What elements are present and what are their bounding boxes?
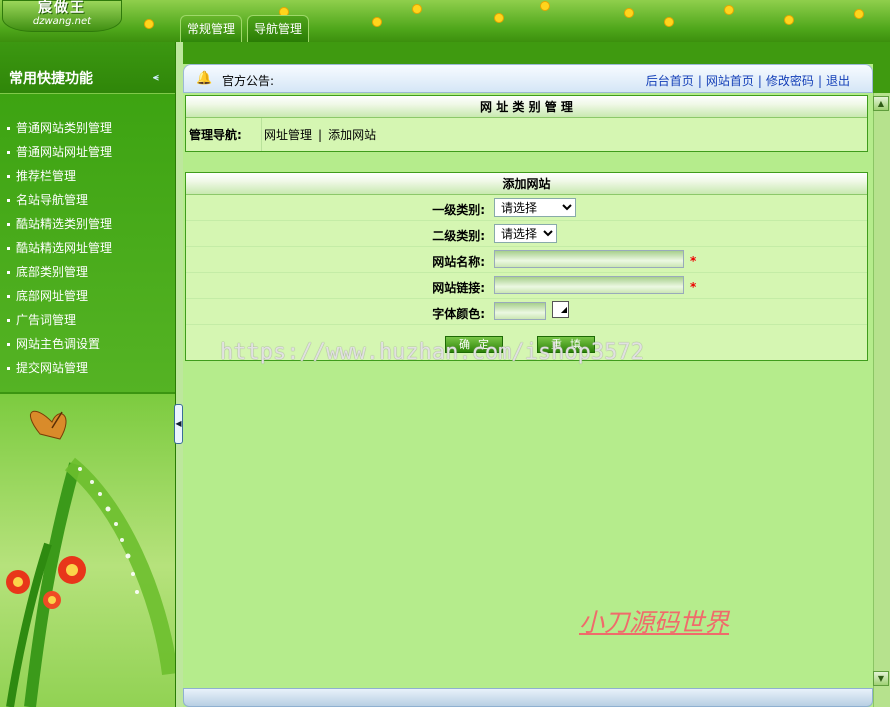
panel-title-add-site: 添加网站 bbox=[186, 173, 867, 195]
announcement-icon: 🔔 bbox=[196, 71, 213, 86]
chevron-down-icon[interactable]: ⪪ bbox=[153, 73, 165, 85]
label-level2: 二级类别: bbox=[432, 229, 485, 243]
link-admin-home[interactable]: 后台首页 bbox=[646, 74, 694, 88]
sidebar-item-cool-url[interactable]: 酷站精选网址管理 bbox=[0, 236, 175, 260]
crumb-label: 管理导航: bbox=[186, 118, 262, 151]
sidebar-item-submit-site[interactable]: 提交网站管理 bbox=[0, 356, 175, 380]
sidebar-item-famous-sites[interactable]: 名站导航管理 bbox=[0, 188, 175, 212]
crumb-link-add-site[interactable]: 添加网站 bbox=[328, 128, 376, 142]
logo-title: 宸做王 bbox=[38, 0, 86, 16]
site-logo: 宸做王 dzwang.net bbox=[2, 0, 122, 32]
signature-text: 小刀源码世界 bbox=[579, 608, 730, 637]
font-color-input[interactable] bbox=[494, 302, 546, 320]
category-management-panel: 网 址 类 别 管 理 管理导航: 网址管理 | 添加网站 bbox=[185, 95, 868, 152]
watermark-url: https://www.huzhan.com/ishop3572 bbox=[220, 340, 644, 365]
form-row-level2: 二级类别: 请选择 bbox=[186, 221, 867, 247]
scroll-down-icon[interactable]: ▼ bbox=[873, 671, 889, 686]
panel-title-category: 网 址 类 别 管 理 bbox=[186, 96, 867, 118]
form-row-site-name: 网站名称: * bbox=[186, 247, 867, 273]
sidebar-header: 常用快捷功能 ⪪ bbox=[0, 42, 175, 94]
sidebar-menu: 普通网站类别管理 普通网站网址管理 推荐栏管理 名站导航管理 酷站精选类别管理 … bbox=[0, 94, 175, 392]
sidebar: 常用快捷功能 ⪪ 普通网站类别管理 普通网站网址管理 推荐栏管理 名站导航管理 … bbox=[0, 42, 175, 707]
top-banner: 宸做王 dzwang.net 常规管理 导航管理 bbox=[0, 0, 890, 42]
scroll-up-icon[interactable]: ▲ bbox=[873, 96, 889, 111]
sidebar-item-site-category[interactable]: 普通网站类别管理 bbox=[0, 116, 175, 140]
main-content bbox=[183, 64, 873, 707]
butterfly-flower-illustration bbox=[0, 394, 175, 707]
site-link-input[interactable] bbox=[494, 276, 684, 294]
required-mark: * bbox=[690, 280, 697, 294]
tab-navigation-management[interactable]: 导航管理 bbox=[247, 15, 310, 42]
sidebar-item-theme-color[interactable]: 网站主色调设置 bbox=[0, 332, 175, 356]
sidebar-item-bottom-url[interactable]: 底部网址管理 bbox=[0, 284, 175, 308]
level2-select[interactable]: 请选择 bbox=[494, 224, 557, 243]
sidebar-splitter[interactable] bbox=[175, 42, 183, 707]
sidebar-item-bottom-category[interactable]: 底部类别管理 bbox=[0, 260, 175, 284]
link-change-password[interactable]: 修改密码 bbox=[766, 74, 814, 88]
level1-select[interactable]: 请选择 bbox=[494, 198, 576, 217]
form-row-font-color: 字体颜色: ◢ bbox=[186, 299, 867, 325]
label-font-color: 字体颜色: bbox=[432, 307, 485, 321]
label-site-link: 网站链接: bbox=[432, 281, 485, 295]
sidebar-item-cool-category[interactable]: 酷站精选类别管理 bbox=[0, 212, 175, 236]
required-mark: * bbox=[690, 254, 697, 268]
vertical-scrollbar[interactable] bbox=[873, 93, 890, 707]
crumb-links: 网址管理 | 添加网站 bbox=[264, 128, 377, 142]
breadcrumb: 管理导航: 网址管理 | 添加网站 bbox=[186, 118, 867, 151]
notice-label: 官方公告: bbox=[222, 74, 275, 88]
sidebar-title: 常用快捷功能 bbox=[9, 71, 93, 87]
collapse-arrow-icon[interactable]: ◀ bbox=[174, 404, 183, 444]
crumb-link-url-management[interactable]: 网址管理 bbox=[264, 128, 312, 142]
add-site-panel: 添加网站 一级类别: 请选择 二级类别: 请选择 网站名称: * 网站链接: * bbox=[185, 172, 868, 361]
sidebar-item-site-url[interactable]: 普通网站网址管理 bbox=[0, 140, 175, 164]
sidebar-item-recommend[interactable]: 推荐栏管理 bbox=[0, 164, 175, 188]
site-name-input[interactable] bbox=[494, 250, 684, 268]
link-logout[interactable]: 退出 bbox=[826, 74, 850, 88]
top-header-bar: 🔔 官方公告: 后台首页 | 网站首页 | 修改密码 | 退出 bbox=[183, 64, 873, 93]
label-site-name: 网站名称: bbox=[432, 255, 485, 269]
label-level1: 一级类别: bbox=[432, 203, 485, 217]
link-site-home[interactable]: 网站首页 bbox=[706, 74, 754, 88]
header-links: 后台首页 | 网站首页 | 修改密码 | 退出 bbox=[645, 74, 850, 88]
bottom-bar bbox=[183, 688, 873, 707]
form-row-level1: 一级类别: 请选择 bbox=[186, 195, 867, 221]
color-picker-icon[interactable]: ◢ bbox=[552, 301, 569, 318]
sidebar-item-ad-words[interactable]: 广告词管理 bbox=[0, 308, 175, 332]
logo-domain: dzwang.net bbox=[32, 16, 92, 27]
tab-general-management[interactable]: 常规管理 bbox=[180, 15, 243, 42]
form-row-site-link: 网站链接: * bbox=[186, 273, 867, 299]
